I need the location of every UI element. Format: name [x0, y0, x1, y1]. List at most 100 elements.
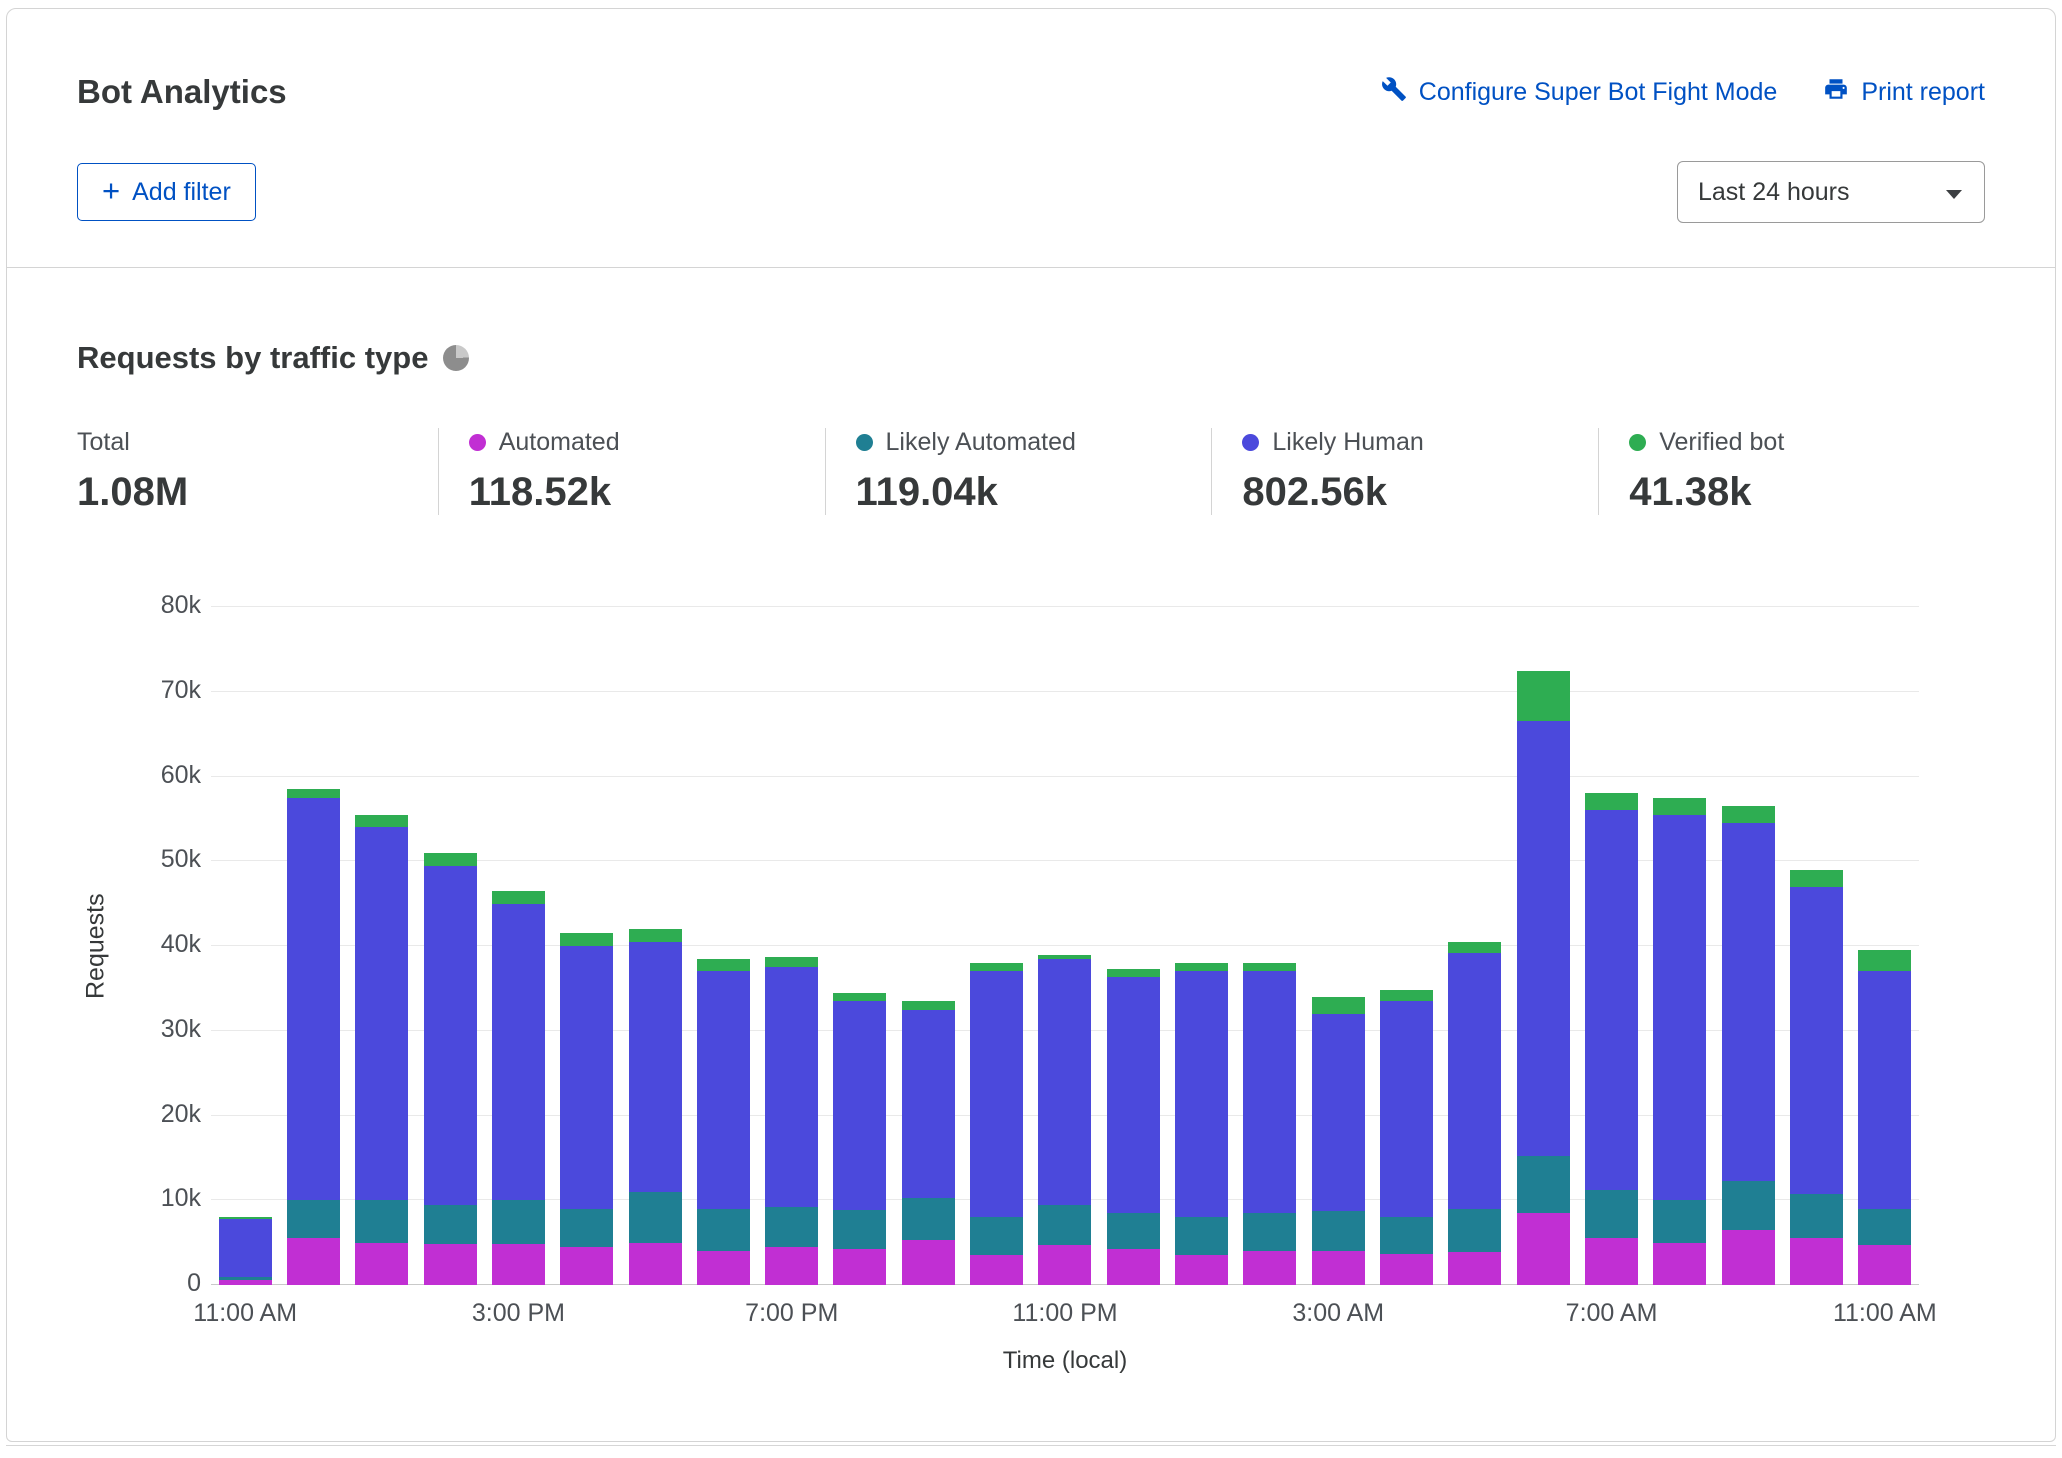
bar-slot — [1099, 607, 1167, 1285]
stacked-bar[interactable] — [1448, 941, 1502, 1285]
bar-segment-automated — [1038, 1245, 1092, 1285]
bar-segment-likely-automated — [1311, 1211, 1365, 1252]
bar-segment-automated — [1516, 1212, 1570, 1285]
x-tick-label: 11:00 AM — [1832, 1299, 1937, 1327]
x-tick-label: 7:00 PM — [745, 1299, 839, 1327]
stacked-bar[interactable] — [1653, 797, 1707, 1285]
x-tick-label: 11:00 AM — [193, 1299, 298, 1327]
stat-likely-human[interactable]: Likely Human 802.56k — [1211, 428, 1598, 515]
stacked-bar[interactable] — [765, 957, 819, 1285]
bar-segment-automated — [901, 1240, 955, 1285]
bar-segment-verified-bot — [628, 929, 682, 942]
bar-segment-verified-bot — [901, 1001, 955, 1010]
bar-segment-likely-automated — [1448, 1208, 1502, 1252]
bar-segment-verified-bot — [355, 814, 409, 828]
bar-slot — [894, 607, 962, 1285]
stat-likely-automated[interactable]: Likely Automated 119.04k — [824, 428, 1212, 515]
stacked-bar[interactable] — [696, 958, 750, 1285]
stacked-bar[interactable] — [286, 789, 340, 1285]
print-link-label: Print report — [1861, 77, 1985, 106]
bar-segment-likely-human — [491, 903, 545, 1201]
likely-automated-legend-dot — [855, 434, 873, 451]
y-tick-label: 70k — [160, 675, 201, 704]
bar-slot — [1441, 607, 1509, 1285]
bar-segment-likely-automated — [560, 1208, 614, 1247]
bar-segment-automated — [1721, 1229, 1775, 1285]
time-range-select[interactable]: Last 24 hours — [1677, 161, 1985, 223]
bar-slot — [826, 607, 894, 1285]
bar-slot — [1304, 607, 1372, 1285]
bar-segment-automated — [1243, 1251, 1297, 1285]
stacked-bar[interactable] — [560, 933, 614, 1285]
stacked-bar[interactable] — [970, 962, 1024, 1285]
configure-link-label: Configure Super Bot Fight Mode — [1418, 77, 1778, 106]
bar-segment-verified-bot — [1106, 968, 1160, 978]
stat-verified-bot[interactable]: Verified bot 41.38k — [1598, 428, 1985, 515]
stacked-bar[interactable] — [1789, 869, 1843, 1285]
bar-segment-automated — [1789, 1238, 1843, 1285]
bar-segment-likely-automated — [696, 1208, 750, 1252]
stacked-bar[interactable] — [1106, 968, 1160, 1285]
next-section-divider — [6, 1445, 2056, 1446]
bar-segment-verified-bot — [491, 890, 545, 904]
stat-total[interactable]: Total 1.08M — [77, 428, 438, 515]
add-filter-button[interactable]: + Add filter — [77, 163, 256, 221]
bar-slot — [1851, 607, 1919, 1285]
time-range-value: Last 24 hours — [1698, 177, 1850, 206]
bar-segment-likely-automated — [628, 1191, 682, 1243]
stacked-bar[interactable] — [491, 890, 545, 1285]
bar-segment-likely-automated — [1584, 1190, 1638, 1239]
stacked-bar[interactable] — [833, 992, 887, 1285]
bar-segment-likely-automated — [833, 1210, 887, 1249]
bar-slot — [416, 607, 484, 1285]
stacked-bar[interactable] — [1175, 962, 1229, 1285]
bar-segment-likely-human — [1175, 971, 1229, 1218]
bar-segment-automated — [970, 1255, 1024, 1285]
y-tick-label: 10k — [160, 1184, 201, 1213]
stacked-bar[interactable] — [355, 814, 409, 1285]
stacked-bar[interactable] — [901, 1001, 955, 1285]
bar-segment-likely-human — [970, 971, 1024, 1218]
stacked-bar[interactable] — [218, 1217, 272, 1285]
bar-segment-automated — [1584, 1238, 1638, 1285]
bar-segment-automated — [1379, 1253, 1433, 1285]
stacked-bar[interactable] — [1584, 793, 1638, 1285]
bar-segment-likely-automated — [491, 1200, 545, 1245]
bar-segment-likely-human — [1038, 958, 1092, 1205]
bar-slot — [758, 607, 826, 1285]
bar-slot — [1509, 607, 1577, 1285]
y-tick-label: 80k — [160, 591, 201, 619]
automated-legend-dot — [468, 434, 486, 451]
bar-slot — [962, 607, 1030, 1285]
printer-icon — [1823, 76, 1849, 109]
bar-segment-automated — [1175, 1255, 1229, 1285]
stat-likely-automated-value: 119.04k — [855, 470, 998, 514]
bar-segment-likely-human — [1653, 814, 1707, 1201]
bar-segment-verified-bot — [1243, 962, 1297, 972]
bar-segment-likely-human — [1379, 1001, 1433, 1218]
bar-segment-automated — [286, 1238, 340, 1285]
stacked-bar[interactable] — [1858, 950, 1912, 1285]
stat-automated[interactable]: Automated 118.52k — [437, 428, 825, 515]
stacked-bar[interactable] — [1311, 996, 1365, 1285]
stat-verified-bot-label: Verified bot — [1659, 428, 1785, 456]
configure-super-bot-fight-mode-link[interactable]: Configure Super Bot Fight Mode — [1381, 76, 1778, 109]
stacked-bar[interactable] — [1038, 954, 1092, 1285]
stacked-bar[interactable] — [423, 852, 477, 1285]
print-report-link[interactable]: Print report — [1823, 76, 1985, 109]
y-axis-ticks: 0 10k 20k 30k 40k 50k 60k 70k 80k — [115, 591, 211, 1297]
page-title: Bot Analytics — [77, 73, 287, 110]
stacked-bar[interactable] — [628, 929, 682, 1285]
bar-slot — [484, 607, 552, 1285]
x-tick-label: 3:00 AM — [1292, 1299, 1385, 1327]
bar-segment-likely-human — [1516, 721, 1570, 1157]
stat-likely-human-label: Likely Human — [1272, 428, 1424, 456]
stacked-bar[interactable] — [1379, 990, 1433, 1285]
bar-segment-likely-human — [901, 1009, 955, 1198]
stacked-bar[interactable] — [1243, 962, 1297, 1285]
stacked-bar[interactable] — [1721, 806, 1775, 1285]
plot-area — [211, 606, 1919, 1285]
bar-segment-automated — [1448, 1251, 1502, 1285]
stacked-bar[interactable] — [1516, 670, 1570, 1285]
bar-slot — [689, 607, 757, 1285]
